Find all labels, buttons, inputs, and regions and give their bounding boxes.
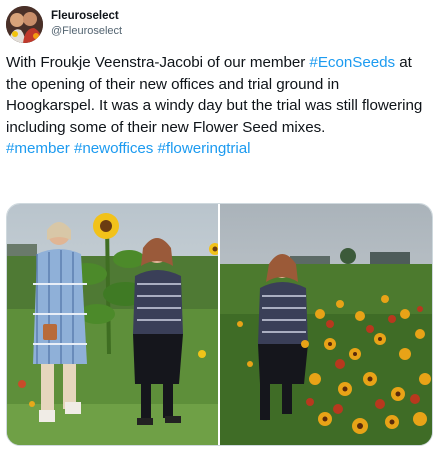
photo-flower-field-woman-icon — [220, 204, 432, 445]
hashtag-line: #member #newoffices #floweringtrial — [6, 138, 432, 160]
tweet-media — [6, 203, 433, 446]
photo-left[interactable] — [7, 204, 218, 445]
tweet-header: Fleuroselect @Fleuroselect — [6, 6, 426, 44]
account-names: Fleuroselect @Fleuroselect — [51, 9, 122, 38]
account-handle[interactable]: @Fleuroselect — [51, 24, 122, 38]
tweet-text: With Froukje Veenstra-Jacobi of our memb… — [6, 52, 432, 160]
display-name[interactable]: Fleuroselect — [51, 9, 122, 24]
mention-link[interactable]: #EconSeeds — [309, 54, 395, 71]
photo-sunflower-two-women-icon — [7, 204, 218, 445]
tweet-text-intro: With Froukje Veenstra-Jacobi of our memb… — [6, 54, 310, 71]
hashtag-newoffices-link[interactable]: #newoffices — [74, 140, 153, 157]
hashtag-floweringtrial-link[interactable]: #floweringtrial — [158, 140, 251, 157]
profile-avatar[interactable] — [6, 6, 43, 43]
photo-right[interactable] — [220, 204, 432, 445]
avatar-image-icon — [6, 6, 43, 43]
tweet-body: With Froukje Veenstra-Jacobi of our memb… — [6, 52, 432, 138]
hashtag-member-link[interactable]: #member — [6, 140, 70, 157]
